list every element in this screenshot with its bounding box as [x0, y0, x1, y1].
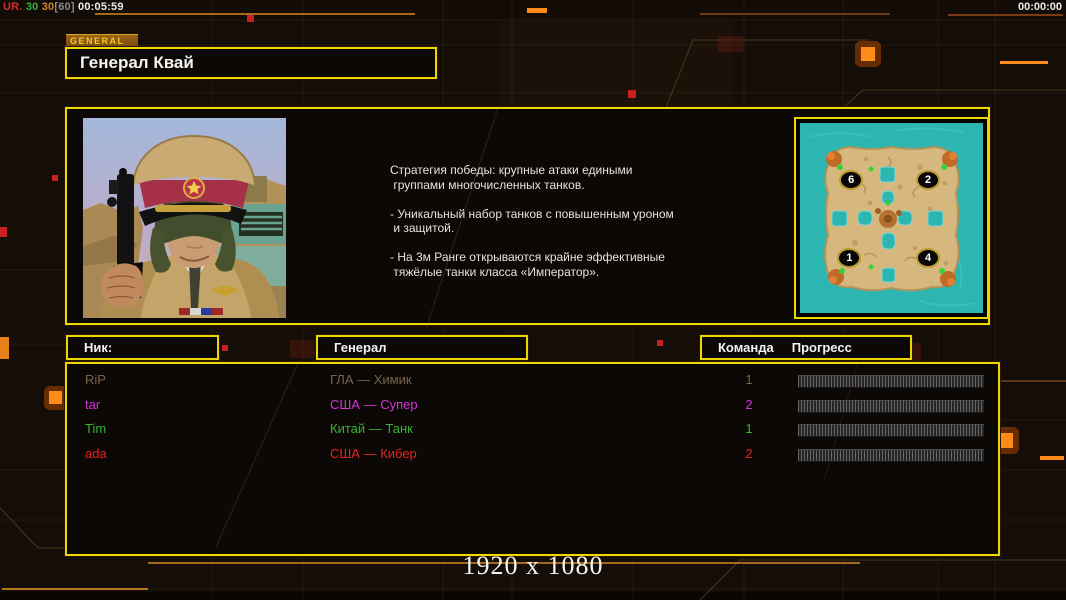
header-team-label: Команда — [718, 340, 774, 355]
player-nick: RiP — [85, 372, 106, 387]
map-start-marker: 4 — [916, 247, 941, 268]
player-general: США — Кибер — [330, 445, 417, 461]
column-header-nick: Ник: — [66, 335, 219, 360]
general-description: Стратегия победы: крупные атаки едиными … — [390, 163, 674, 279]
fps-current: 30 — [25, 1, 39, 13]
game-screen: UR. 30 30[60] 00:05:59 00:00:00 GENERAL … — [0, 0, 1066, 600]
player-nick: Tim — [85, 421, 107, 436]
player-row: RiP ГЛА — Химик 1 — [67, 369, 998, 394]
match-timer: 00:00:00 — [1017, 1, 1062, 13]
header-nick-label: Ник: — [84, 340, 113, 355]
general-tab: GENERAL — [66, 34, 138, 47]
header-progress-label: Прогресс — [791, 340, 852, 355]
player-progress-bar — [798, 448, 984, 462]
general-info-panel: Стратегия победы: крупные атаки едиными … — [65, 107, 990, 328]
column-header-general: Генерал — [316, 335, 528, 360]
player-general: Китай — Танк — [330, 421, 413, 436]
general-title-box: Генерал Квай — [65, 47, 437, 79]
player-progress-bar — [798, 424, 984, 437]
map-start-marker: 2 — [916, 170, 941, 190]
player-team: 1 — [745, 421, 753, 436]
player-row: ada США — Кибер 2 — [67, 443, 998, 468]
gentool-status: UR. 30 30[60] 00:05:59 — [3, 1, 124, 13]
player-team: 2 — [745, 396, 753, 412]
general-portrait — [83, 118, 286, 318]
player-nick: tar — [85, 396, 101, 412]
map-markers: 6 2 1 4 — [800, 123, 983, 313]
player-general: ГЛА — Химик — [330, 372, 412, 387]
header-general-label: Генерал — [334, 340, 387, 355]
players-panel: RiP ГЛА — Химик 1 tar США — Супер 2 Tim … — [65, 362, 1000, 556]
portrait-illustration — [83, 118, 286, 318]
general-title: Генерал Квай — [80, 53, 194, 72]
status-prefix: UR. — [3, 1, 23, 13]
player-team: 2 — [745, 445, 753, 461]
fps-max: [60] — [54, 1, 75, 13]
map-start-marker: 6 — [839, 170, 864, 190]
player-row: tar США — Супер 2 — [67, 394, 998, 419]
map-start-marker: 1 — [837, 247, 862, 268]
elapsed-time: 00:05:59 — [78, 1, 124, 13]
player-nick: ada — [85, 445, 107, 461]
player-general: США — Супер — [330, 396, 418, 412]
map-preview: 6 2 1 4 — [794, 117, 989, 319]
player-row: Tim Китай — Танк 1 — [67, 418, 998, 443]
column-header-team-progress: Команда Прогресс — [700, 335, 912, 360]
player-progress-bar — [798, 399, 984, 413]
resolution-label: 1920 x 1080 — [462, 551, 604, 580]
player-team: 1 — [745, 372, 753, 387]
player-rows: RiP ГЛА — Химик 1 tar США — Супер 2 Tim … — [67, 369, 998, 467]
fps-limit: 30 — [41, 1, 55, 13]
player-progress-bar — [798, 375, 984, 388]
